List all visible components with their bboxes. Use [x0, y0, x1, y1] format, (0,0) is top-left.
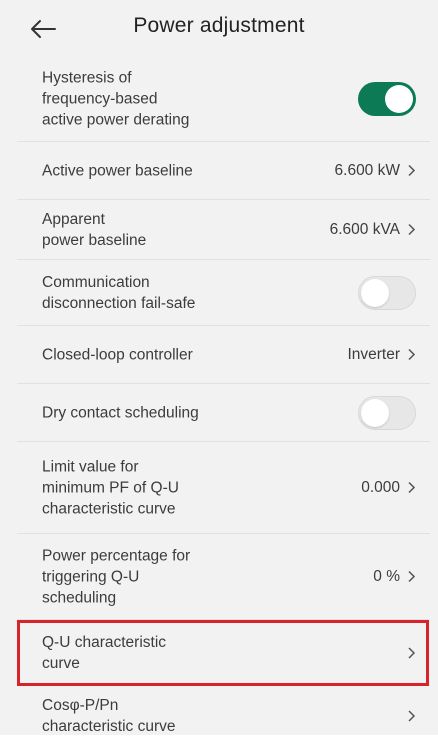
chevron-right-icon	[407, 223, 416, 236]
frequency-hysteresis-toggle[interactable]	[358, 81, 416, 116]
setting-row-communication-fail-safe[interactable]: Communication disconnection fail-safe	[17, 260, 430, 326]
setting-value: 0.000	[361, 478, 400, 496]
chevron-right-icon	[407, 570, 416, 583]
power-adjustment-screen: Power adjustment Hysteresis of frequency…	[0, 0, 438, 735]
setting-row-dry-contact-scheduling[interactable]: Dry contact scheduling	[17, 384, 430, 442]
setting-label: Communication disconnection fail-safe	[42, 273, 196, 312]
setting-value: 0 %	[373, 567, 400, 585]
setting-label: Closed-loop controller	[42, 346, 193, 363]
toggle-knob	[385, 84, 413, 113]
setting-row-power-percentage-qu[interactable]: Power percentage for triggering Q-U sche…	[17, 534, 430, 620]
chevron-right-icon	[407, 646, 416, 659]
setting-row-apparent-power-baseline[interactable]: Apparent power baseline 6.600 kVA	[17, 200, 430, 260]
setting-label: Dry contact scheduling	[42, 404, 199, 421]
setting-row-qu-characteristic-curve[interactable]: Q-U characteristic curve	[17, 620, 430, 686]
setting-label: Limit value for minimum PF of Q-U charac…	[42, 458, 179, 517]
chevron-right-icon	[407, 164, 416, 177]
setting-row-active-power-baseline[interactable]: Active power baseline 6.600 kW	[17, 142, 430, 200]
setting-label: Power percentage for triggering Q-U sche…	[42, 547, 191, 606]
setting-row-frequency-hysteresis[interactable]: Hysteresis of frequency-based active pow…	[17, 56, 430, 142]
setting-label: Apparent power baseline	[42, 210, 147, 249]
setting-value: Inverter	[347, 345, 400, 363]
chevron-right-icon	[407, 481, 416, 494]
dry-contact-scheduling-toggle[interactable]	[358, 395, 416, 430]
toggle-knob	[361, 278, 389, 307]
settings-list: Hysteresis of frequency-based active pow…	[0, 56, 438, 735]
page-title: Power adjustment	[133, 14, 305, 37]
chevron-right-icon	[407, 348, 416, 361]
setting-row-min-pf-limit[interactable]: Limit value for minimum PF of Q-U charac…	[17, 442, 430, 534]
setting-value: 6.600 kW	[334, 161, 400, 179]
setting-label: Cosφ-P/Pn characteristic curve	[42, 697, 176, 735]
setting-label: Hysteresis of frequency-based active pow…	[42, 69, 190, 128]
setting-value: 6.600 kVA	[329, 220, 400, 238]
setting-row-closed-loop-controller[interactable]: Closed-loop controller Inverter	[17, 326, 430, 384]
setting-label: Q-U characteristic curve	[42, 633, 167, 672]
setting-row-cosphi-characteristic-curve[interactable]: Cosφ-P/Pn characteristic curve	[17, 686, 430, 746]
communication-fail-safe-toggle[interactable]	[358, 275, 416, 310]
setting-label: Active power baseline	[42, 162, 193, 179]
chevron-right-icon	[407, 710, 416, 723]
toggle-knob	[361, 398, 389, 427]
header-bar: Power adjustment	[0, 0, 438, 56]
